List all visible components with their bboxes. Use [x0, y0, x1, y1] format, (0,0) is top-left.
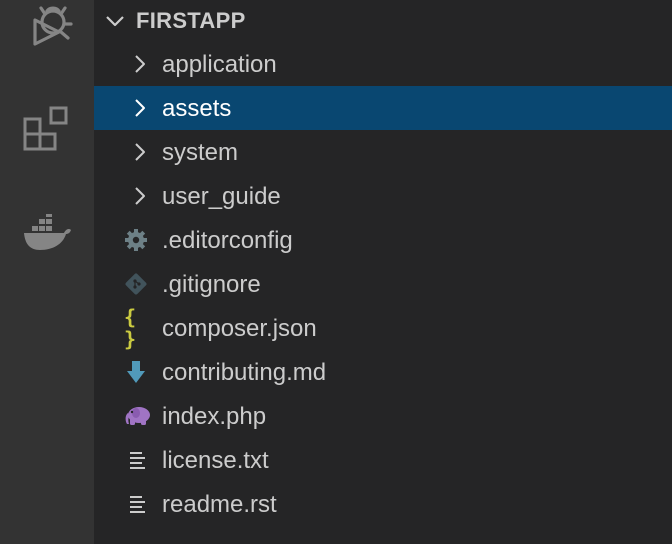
activity-bar	[0, 0, 94, 544]
file-gitignore[interactable]: .gitignore	[94, 262, 672, 306]
text-lines-icon	[126, 493, 150, 515]
gear-icon	[124, 229, 148, 251]
extensions-icon	[23, 106, 68, 151]
chevron-right-icon	[128, 185, 152, 207]
folder-application[interactable]: application	[94, 42, 672, 86]
json-braces-icon: { }	[124, 305, 137, 351]
extensions-activity[interactable]	[0, 86, 94, 174]
explorer-sidebar: FIRSTAPP application assets system user_…	[94, 0, 672, 544]
folder-label: application	[162, 51, 277, 78]
chevron-right-icon	[128, 97, 152, 119]
file-label: contributing.md	[162, 359, 327, 386]
chevron-right-icon	[128, 141, 152, 163]
file-label: .gitignore	[162, 271, 261, 298]
docker-icon	[24, 214, 71, 250]
text-lines-icon	[126, 449, 150, 471]
folder-user-guide[interactable]: user_guide	[94, 174, 672, 218]
file-composer-json[interactable]: { } composer.json	[94, 306, 672, 350]
file-editorconfig[interactable]: .editorconfig	[94, 218, 672, 262]
php-elephant-icon	[124, 405, 152, 427]
folder-label: user_guide	[162, 183, 281, 210]
file-index-php[interactable]: index.php	[94, 394, 672, 438]
file-readme-rst[interactable]: readme.rst	[94, 482, 672, 526]
git-icon	[124, 273, 148, 295]
chevron-down-icon	[106, 16, 124, 27]
project-title: FIRSTAPP	[136, 8, 246, 33]
file-label: composer.json	[162, 315, 317, 342]
file-label: readme.rst	[162, 491, 277, 518]
file-contributing-md[interactable]: contributing.md	[94, 350, 672, 394]
file-label: license.txt	[162, 447, 269, 474]
markdown-arrow-icon	[124, 361, 148, 383]
file-label: .editorconfig	[162, 227, 293, 254]
chevron-right-icon	[128, 53, 152, 75]
project-section-header[interactable]: FIRSTAPP	[94, 0, 672, 42]
vscode-window: FIRSTAPP application assets system user_…	[0, 0, 672, 544]
file-license-txt[interactable]: license.txt	[94, 438, 672, 482]
file-label: index.php	[162, 403, 267, 430]
folder-system[interactable]: system	[94, 130, 672, 174]
run-debug-activity[interactable]	[0, 0, 94, 70]
folder-label: system	[162, 139, 239, 166]
debug-icon	[33, 6, 73, 46]
folder-assets[interactable]: assets	[94, 86, 672, 130]
folder-label: assets	[162, 95, 232, 122]
docker-activity[interactable]	[0, 190, 94, 278]
